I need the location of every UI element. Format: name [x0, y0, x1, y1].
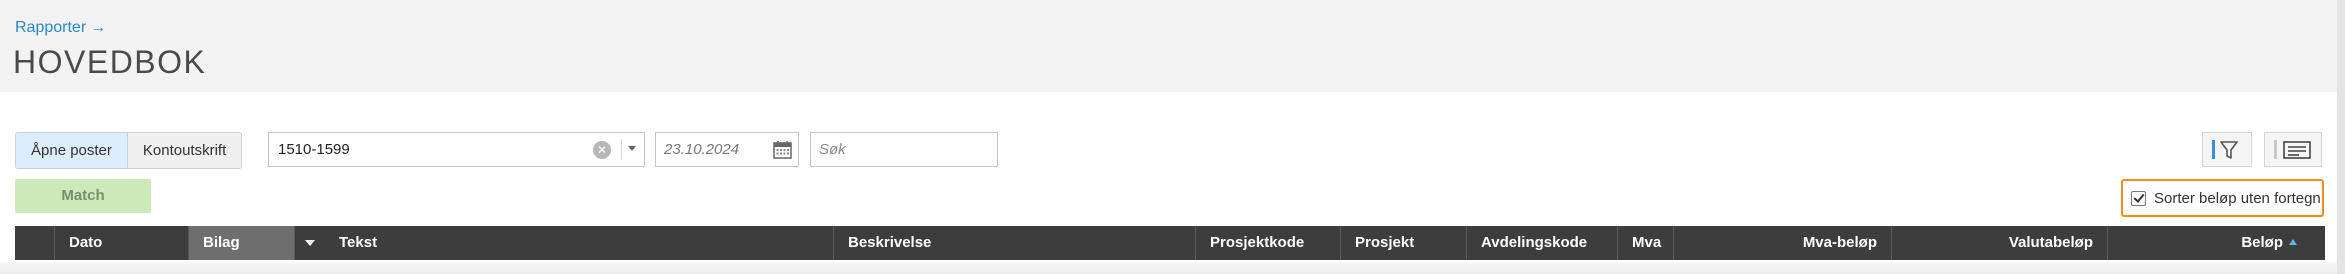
account-range-input[interactable] — [278, 133, 578, 166]
clear-icon[interactable]: ✕ — [593, 141, 611, 159]
arrow-right-icon: → — [90, 19, 107, 36]
page-title: HOVEDBOK — [13, 44, 207, 80]
date-input[interactable] — [664, 133, 764, 166]
sort-without-sign-option[interactable]: Sorter beløp uten fortegn — [2121, 179, 2324, 217]
chevron-down-icon[interactable] — [628, 146, 636, 151]
col-project-code[interactable]: Prosjektkode — [1196, 226, 1341, 260]
columns-icon — [2274, 140, 2311, 159]
col-vat[interactable]: Mva — [1618, 226, 1674, 260]
scrollbar-track[interactable] — [2337, 0, 2345, 274]
date-field[interactable] — [655, 132, 799, 167]
sort-without-sign-label: Sorter beløp uten fortegn — [2154, 189, 2321, 207]
calendar-icon[interactable] — [773, 140, 792, 159]
col-amount[interactable]: Beløp — [2108, 226, 2325, 260]
breadcrumb-link[interactable]: Rapporter — [15, 19, 86, 37]
col-description[interactable]: Beskrivelse — [834, 226, 1196, 260]
col-currency-amount[interactable]: Valutabeløp — [1892, 226, 2108, 260]
chevron-down-icon — [305, 240, 315, 246]
col-select[interactable] — [15, 226, 55, 260]
col-text[interactable]: Tekst — [325, 226, 834, 260]
divider — [621, 139, 622, 160]
col-department-code[interactable]: Avdelingskode — [1467, 226, 1618, 260]
column-settings-button[interactable] — [2264, 132, 2322, 167]
view-toggle: Åpne poster Kontoutskrift — [15, 132, 243, 169]
filter-icon — [2212, 140, 2238, 159]
sort-without-sign-checkbox[interactable] — [2131, 190, 2146, 206]
account-range-select[interactable]: ✕ — [268, 132, 645, 167]
match-button[interactable]: Match — [15, 179, 151, 213]
page-header: Rapporter → HOVEDBOK — [0, 0, 2337, 92]
table-header: Dato Bilag Tekst Beskrivelse Prosjektkod… — [15, 226, 2325, 260]
table-body-edge — [0, 262, 2337, 274]
col-voucher[interactable]: Bilag — [189, 226, 295, 260]
col-amount-label: Beløp — [2241, 234, 2283, 251]
col-voucher-menu[interactable] — [295, 226, 325, 260]
ledger-page: Rapporter → HOVEDBOK Åpne poster Kontout… — [0, 0, 2345, 274]
col-vat-amount[interactable]: Mva-beløp — [1674, 226, 1892, 260]
tab-open-items[interactable]: Åpne poster — [16, 133, 128, 168]
col-date[interactable]: Dato — [55, 226, 189, 260]
tab-account-statement[interactable]: Kontoutskrift — [127, 133, 242, 168]
col-project[interactable]: Prosjekt — [1341, 226, 1467, 260]
search-input[interactable] — [819, 133, 989, 166]
search-field[interactable] — [810, 132, 998, 167]
breadcrumb[interactable]: Rapporter → — [15, 19, 106, 37]
filter-button[interactable] — [2202, 132, 2252, 167]
sort-ascending-icon — [2289, 239, 2297, 245]
